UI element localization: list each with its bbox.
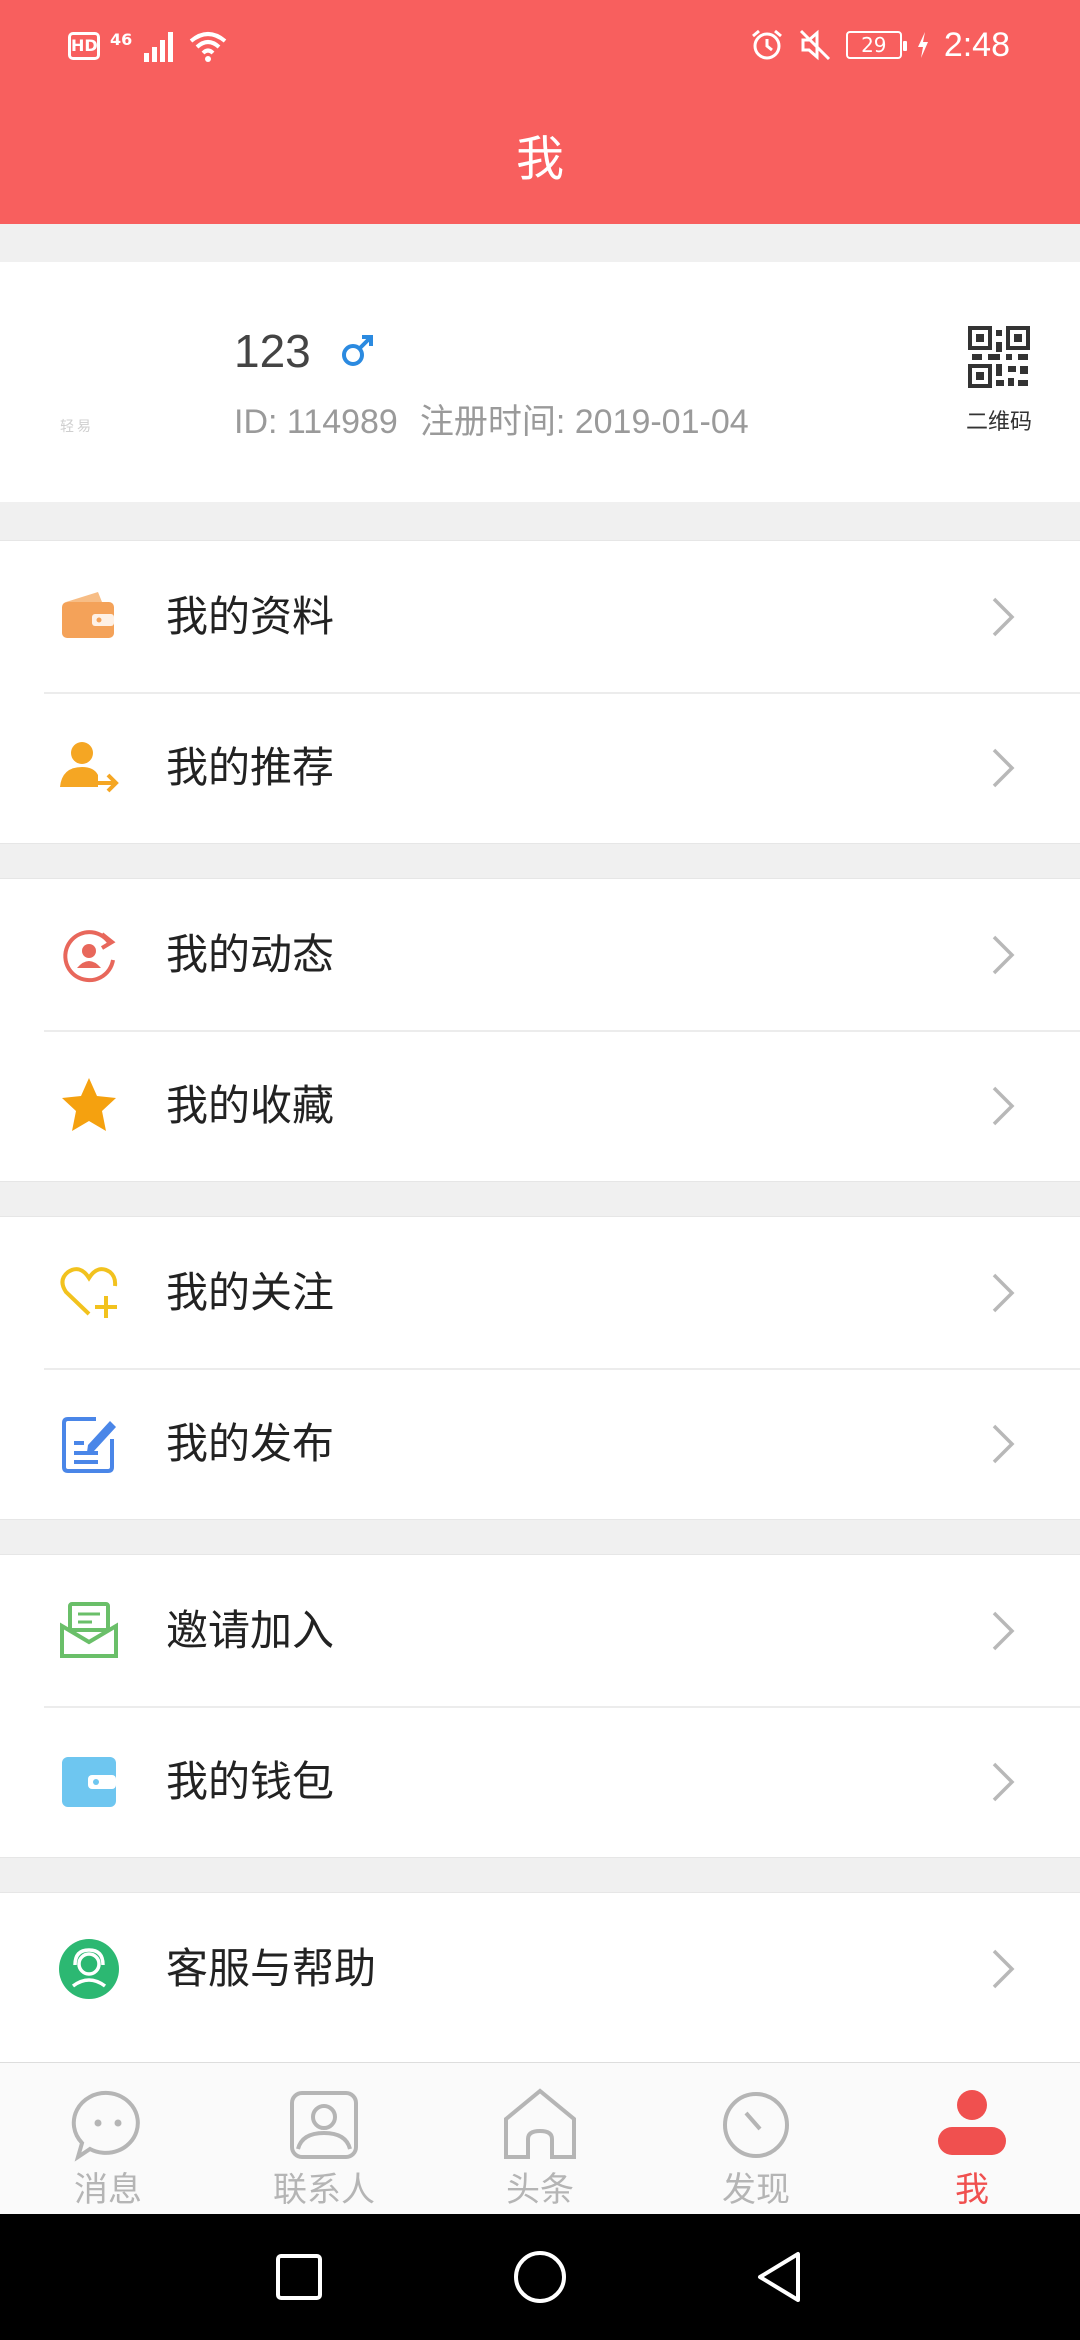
house-icon — [504, 2088, 576, 2159]
menu-label: 我的收藏 — [166, 1081, 335, 1130]
customer-service-icon — [59, 1939, 119, 1999]
wallet-icon — [62, 592, 114, 638]
menu-item-customer-service[interactable]: 客服与帮助 — [0, 1893, 1080, 2044]
network-type: 46 — [110, 29, 133, 49]
menu-group-activity: 我的动态 我的收藏 — [0, 878, 1080, 1182]
tab-headlines[interactable]: 头条 — [432, 2063, 648, 2214]
menu-item-my-posts[interactable]: 我的发布 — [0, 1368, 1080, 1519]
mute-icon — [799, 29, 830, 61]
app-header: HD 46 29 2:48 我 — [0, 0, 1080, 224]
back-triangle-icon[interactable] — [748, 2244, 814, 2310]
status-right: 29 2:48 — [750, 22, 1010, 68]
menu-label: 我的推荐 — [166, 743, 335, 792]
status-bar: HD 46 29 2:48 — [0, 0, 1080, 90]
status-time: 2:48 — [943, 25, 1010, 64]
chevron-right-icon — [992, 748, 1015, 788]
alarm-icon — [751, 29, 782, 60]
user-id: ID: 114989 — [234, 403, 398, 441]
menu-item-my-recommend[interactable]: 我的推荐 — [0, 692, 1080, 843]
menu-label: 我的关注 — [166, 1268, 335, 1317]
signal-icon — [144, 32, 174, 62]
qr-code-button[interactable]: 二维码 — [954, 326, 1044, 436]
home-circle-icon[interactable] — [507, 2244, 573, 2310]
chevron-right-icon — [992, 935, 1015, 975]
menu-label: 我的资料 — [166, 592, 335, 641]
menu-item-my-follows[interactable]: 我的关注 — [0, 1217, 1080, 1368]
menu-label: 我的钱包 — [166, 1757, 335, 1806]
wifi-icon — [189, 32, 227, 62]
nav-label: 联系人 — [273, 2170, 375, 2210]
menu-label: 我的发布 — [166, 1419, 335, 1468]
compass-icon — [723, 2092, 789, 2158]
status-left: HD 46 — [68, 26, 228, 66]
charging-icon — [917, 32, 928, 58]
tab-contacts[interactable]: 联系人 — [216, 2063, 432, 2214]
edit-note-icon — [62, 1417, 116, 1473]
qr-code-label: 二维码 — [965, 410, 1032, 435]
nav-label: 发现 — [722, 2170, 790, 2210]
register-date: 注册时间: 2019-01-04 — [419, 403, 749, 441]
chevron-right-icon — [992, 1086, 1015, 1126]
menu-group-support: 客服与帮助 — [0, 1892, 1080, 2062]
user-share-icon — [60, 742, 119, 793]
page-title: 我 — [515, 131, 564, 187]
avatar-watermark: 轻易 — [60, 419, 94, 435]
menu-group-account: 邀请加入 我的钱包 — [0, 1554, 1080, 1858]
nav-label: 头条 — [506, 2170, 574, 2210]
menu-item-invite[interactable]: 邀请加入 — [0, 1555, 1080, 1706]
chevron-right-icon — [992, 597, 1015, 637]
menu-group-profile: 我的资料 我的推荐 — [0, 540, 1080, 844]
menu-group-social: 我的关注 我的发布 — [0, 1216, 1080, 1520]
tab-discover[interactable]: 发现 — [648, 2063, 864, 2214]
hd-badge: HD — [68, 32, 100, 60]
bottom-nav: 消息 联系人 头条 发现 我 — [0, 2062, 1080, 2214]
avatar[interactable]: 轻易 — [10, 276, 210, 486]
menu-item-my-profile[interactable]: 我的资料 — [0, 541, 1080, 692]
menu-label: 我的动态 — [166, 930, 335, 979]
chevron-right-icon — [992, 1273, 1015, 1313]
recent-apps-icon[interactable] — [266, 2244, 332, 2310]
contact-card-icon — [290, 2091, 358, 2159]
system-nav-bar — [0, 2214, 1080, 2340]
male-icon — [342, 335, 373, 366]
nickname: 123 — [234, 325, 311, 377]
chevron-right-icon — [992, 1949, 1015, 1989]
profile-card[interactable]: 轻易 123 ID: 114989 注册时间: 2019-01-04 二维码 — [0, 262, 1080, 502]
mail-invite-icon — [60, 1602, 118, 1658]
menu-item-my-moments[interactable]: 我的动态 — [0, 879, 1080, 1030]
menu-label: 客服与帮助 — [166, 1944, 377, 1993]
tab-me[interactable]: 我 — [864, 2063, 1080, 2214]
user-meta: ID: 114989 注册时间: 2019-01-04 — [234, 394, 749, 443]
nav-label: 我 — [955, 2170, 989, 2210]
menu-item-my-wallet[interactable]: 我的钱包 — [0, 1706, 1080, 1857]
star-icon — [62, 1078, 116, 1131]
refresh-user-icon — [63, 930, 116, 983]
person-icon — [938, 2090, 1006, 2155]
chevron-right-icon — [992, 1762, 1015, 1802]
battery-indicator: 29 — [845, 31, 907, 59]
nav-label: 消息 — [74, 2170, 142, 2210]
chevron-right-icon — [992, 1424, 1015, 1464]
chevron-right-icon — [992, 1611, 1015, 1651]
menu-item-my-favorites[interactable]: 我的收藏 — [0, 1030, 1080, 1181]
menu-label: 邀请加入 — [166, 1606, 335, 1655]
tab-messages[interactable]: 消息 — [0, 2063, 216, 2214]
card-wallet-icon — [62, 1757, 116, 1807]
heart-plus-icon — [60, 1267, 118, 1318]
chat-bubble-icon — [71, 2090, 140, 2162]
qr-code-icon — [968, 326, 1030, 388]
